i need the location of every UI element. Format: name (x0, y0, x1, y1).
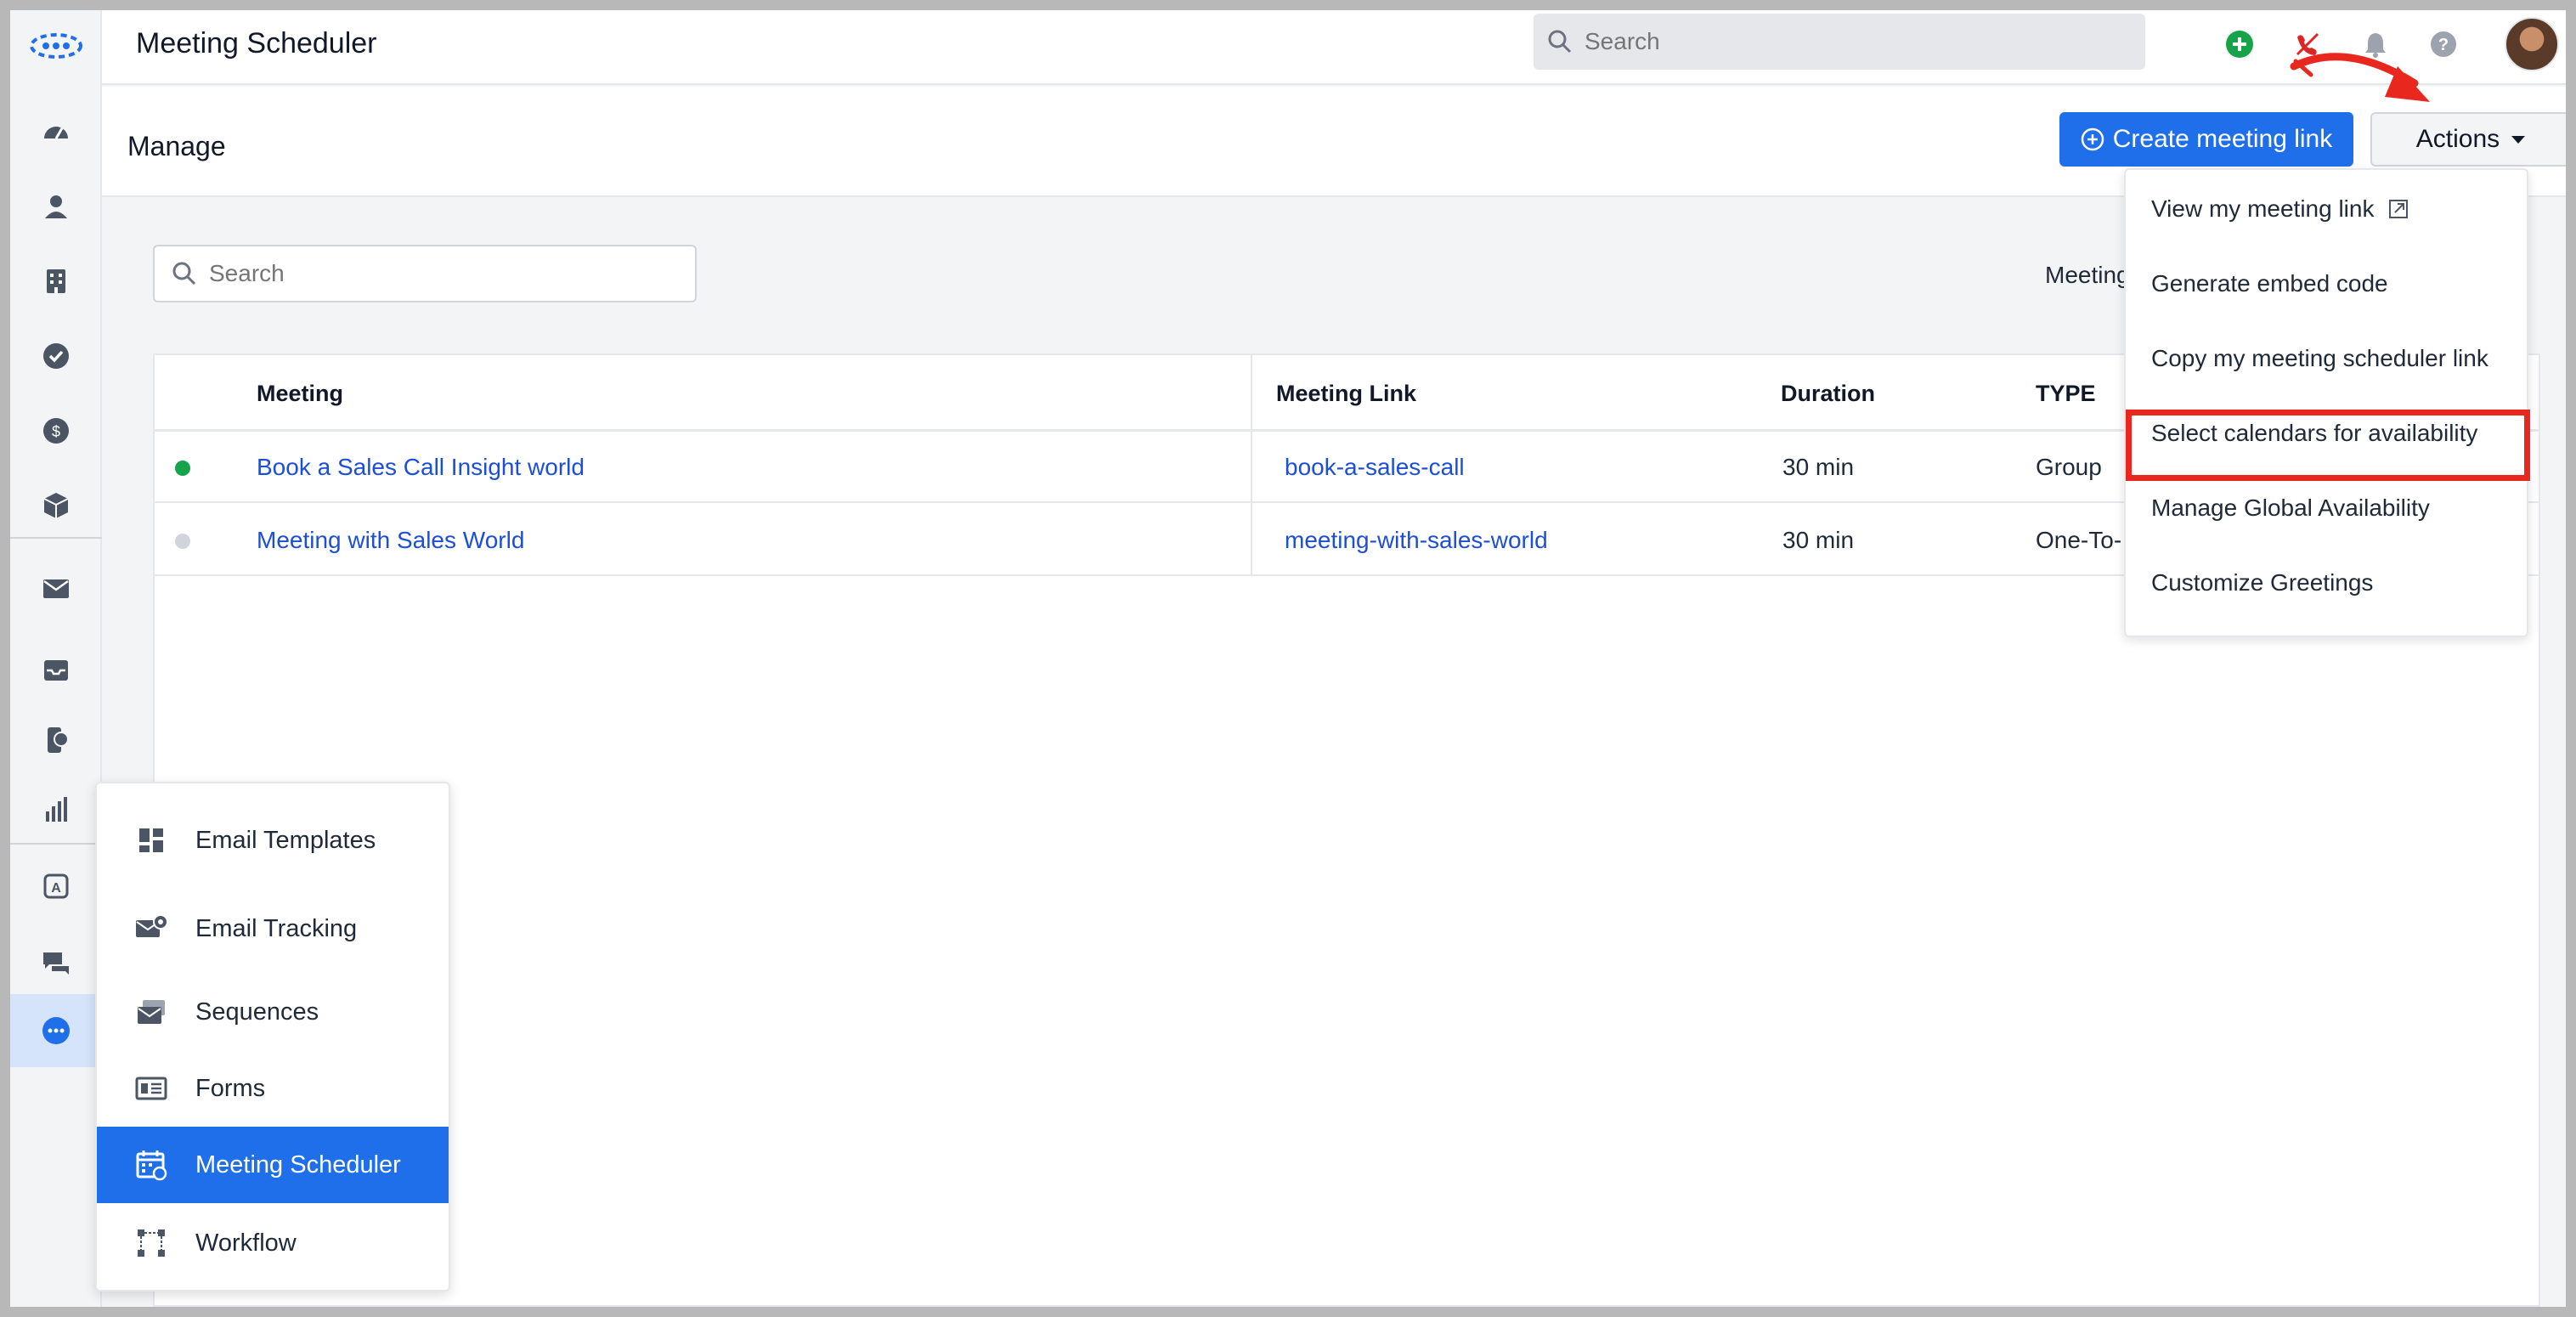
meeting-link[interactable]: meeting-with-sales-world (1285, 527, 1548, 554)
menu-item-label: Email Templates (195, 826, 376, 854)
workflow-icon (138, 1229, 165, 1257)
meeting-search-input[interactable] (209, 260, 685, 287)
menu-item-label: Meeting Scheduler (195, 1150, 401, 1179)
meeting-type: One-To- (2036, 527, 2122, 553)
menu-item-label: Sequences (195, 998, 319, 1026)
menu-item-manage-global-availability[interactable]: Manage Global Availability (2126, 471, 2527, 545)
menu-item-workflow[interactable]: Workflow (97, 1205, 449, 1281)
column-header-type[interactable]: TYPE (2036, 381, 2096, 407)
forms-icon (135, 1077, 167, 1100)
meeting-duration: 30 min (1782, 454, 1855, 480)
meeting-link[interactable]: book-a-sales-call (1285, 454, 1465, 481)
menu-item-view-meeting-link[interactable]: View my meeting link (2126, 172, 2527, 246)
sidebar-divider (10, 843, 102, 845)
svg-text:$: $ (52, 423, 60, 440)
section-title: Manage (127, 131, 226, 161)
sidebar-chat-icon[interactable] (10, 933, 102, 992)
menu-item-email-templates[interactable]: Email Templates (97, 802, 449, 879)
meeting-duration: 30 min (1782, 527, 1855, 553)
menu-item-forms[interactable]: Forms (97, 1050, 449, 1127)
highlight-box (2126, 410, 2530, 481)
global-search[interactable] (1534, 14, 2145, 70)
global-search-input[interactable] (1585, 28, 2111, 55)
menu-item-customize-greetings[interactable]: Customize Greetings (2126, 545, 2527, 620)
meeting-type: Group (2036, 454, 2102, 480)
meeting-name-link[interactable]: Meeting with Sales World (257, 527, 524, 554)
status-dot (175, 534, 190, 549)
sidebar-deals-icon[interactable]: $ (10, 401, 102, 461)
sidebar-phone-chat-icon[interactable] (10, 710, 102, 770)
page-title: Meeting Scheduler (136, 27, 377, 59)
column-header-meeting-link[interactable]: Meeting Link (1276, 381, 1416, 407)
top-header: Meeting Scheduler ? (102, 10, 2566, 85)
add-icon[interactable] (2223, 27, 2257, 61)
status-dot (175, 461, 190, 476)
create-meeting-link-label: Create meeting link (2112, 125, 2333, 153)
email-tracking-icon (136, 914, 168, 937)
external-link-icon (2389, 200, 2409, 218)
caret-down-icon (2511, 135, 2526, 144)
sidebar-inbox-icon[interactable] (10, 641, 102, 700)
actions-label: Actions (2415, 125, 2500, 153)
menu-item-generate-embed-code[interactable]: Generate embed code (2126, 246, 2527, 321)
app-frame: $ A Meeting Scheduler Search ? Manage Cr… (10, 10, 2566, 1307)
sidebar: $ A (10, 10, 102, 1307)
svg-text:A: A (51, 881, 61, 896)
plus-circle-icon (2081, 127, 2104, 151)
menu-item-email-tracking[interactable]: Email Tracking (97, 890, 449, 967)
sidebar-automation-icon[interactable]: A (10, 856, 102, 916)
app-logo-icon[interactable] (29, 29, 83, 63)
annotation-arrow-icon (2290, 53, 2430, 102)
sidebar-more-icon[interactable] (10, 994, 102, 1067)
menu-item-label: Forms (195, 1074, 266, 1102)
column-header-meeting[interactable]: Meeting (257, 381, 343, 407)
sidebar-contacts-icon[interactable] (10, 177, 102, 236)
meeting-search[interactable] (153, 245, 697, 302)
menu-item-label: Email Tracking (195, 914, 358, 942)
menu-item-label: View my meeting link (2151, 195, 2375, 222)
sequences-icon (138, 1000, 165, 1024)
sidebar-reports-icon[interactable] (10, 780, 102, 839)
sidebar-products-icon[interactable] (10, 476, 102, 535)
email-templates-icon (139, 828, 163, 852)
meeting-scheduler-icon (136, 1150, 167, 1181)
menu-item-sequences[interactable]: Sequences (97, 974, 449, 1050)
actions-dropdown-menu: View my meeting link Generate embed code… (2124, 168, 2528, 637)
sidebar-divider (10, 537, 102, 539)
meeting-name-link[interactable]: Book a Sales Call Insight world (257, 454, 585, 481)
sidebar-dashboard-icon[interactable] (10, 102, 102, 161)
more-apps-menu: Email Templates Email Tracking Sequences… (95, 782, 450, 1292)
menu-item-copy-scheduler-link[interactable]: Copy my meeting scheduler link (2126, 321, 2527, 396)
menu-item-meeting-scheduler[interactable]: Meeting Scheduler (97, 1127, 449, 1203)
search-icon (172, 262, 196, 285)
search-icon (1548, 30, 1572, 54)
menu-item-label: Workflow (195, 1229, 297, 1257)
user-avatar[interactable] (2505, 17, 2559, 71)
sidebar-accounts-icon[interactable] (10, 252, 102, 311)
meeting-filter-label[interactable]: Meeting (2045, 262, 2130, 289)
column-header-duration[interactable]: Duration (1781, 381, 1875, 407)
sidebar-email-icon[interactable] (10, 559, 102, 619)
sidebar-tasks-icon[interactable] (10, 326, 102, 386)
